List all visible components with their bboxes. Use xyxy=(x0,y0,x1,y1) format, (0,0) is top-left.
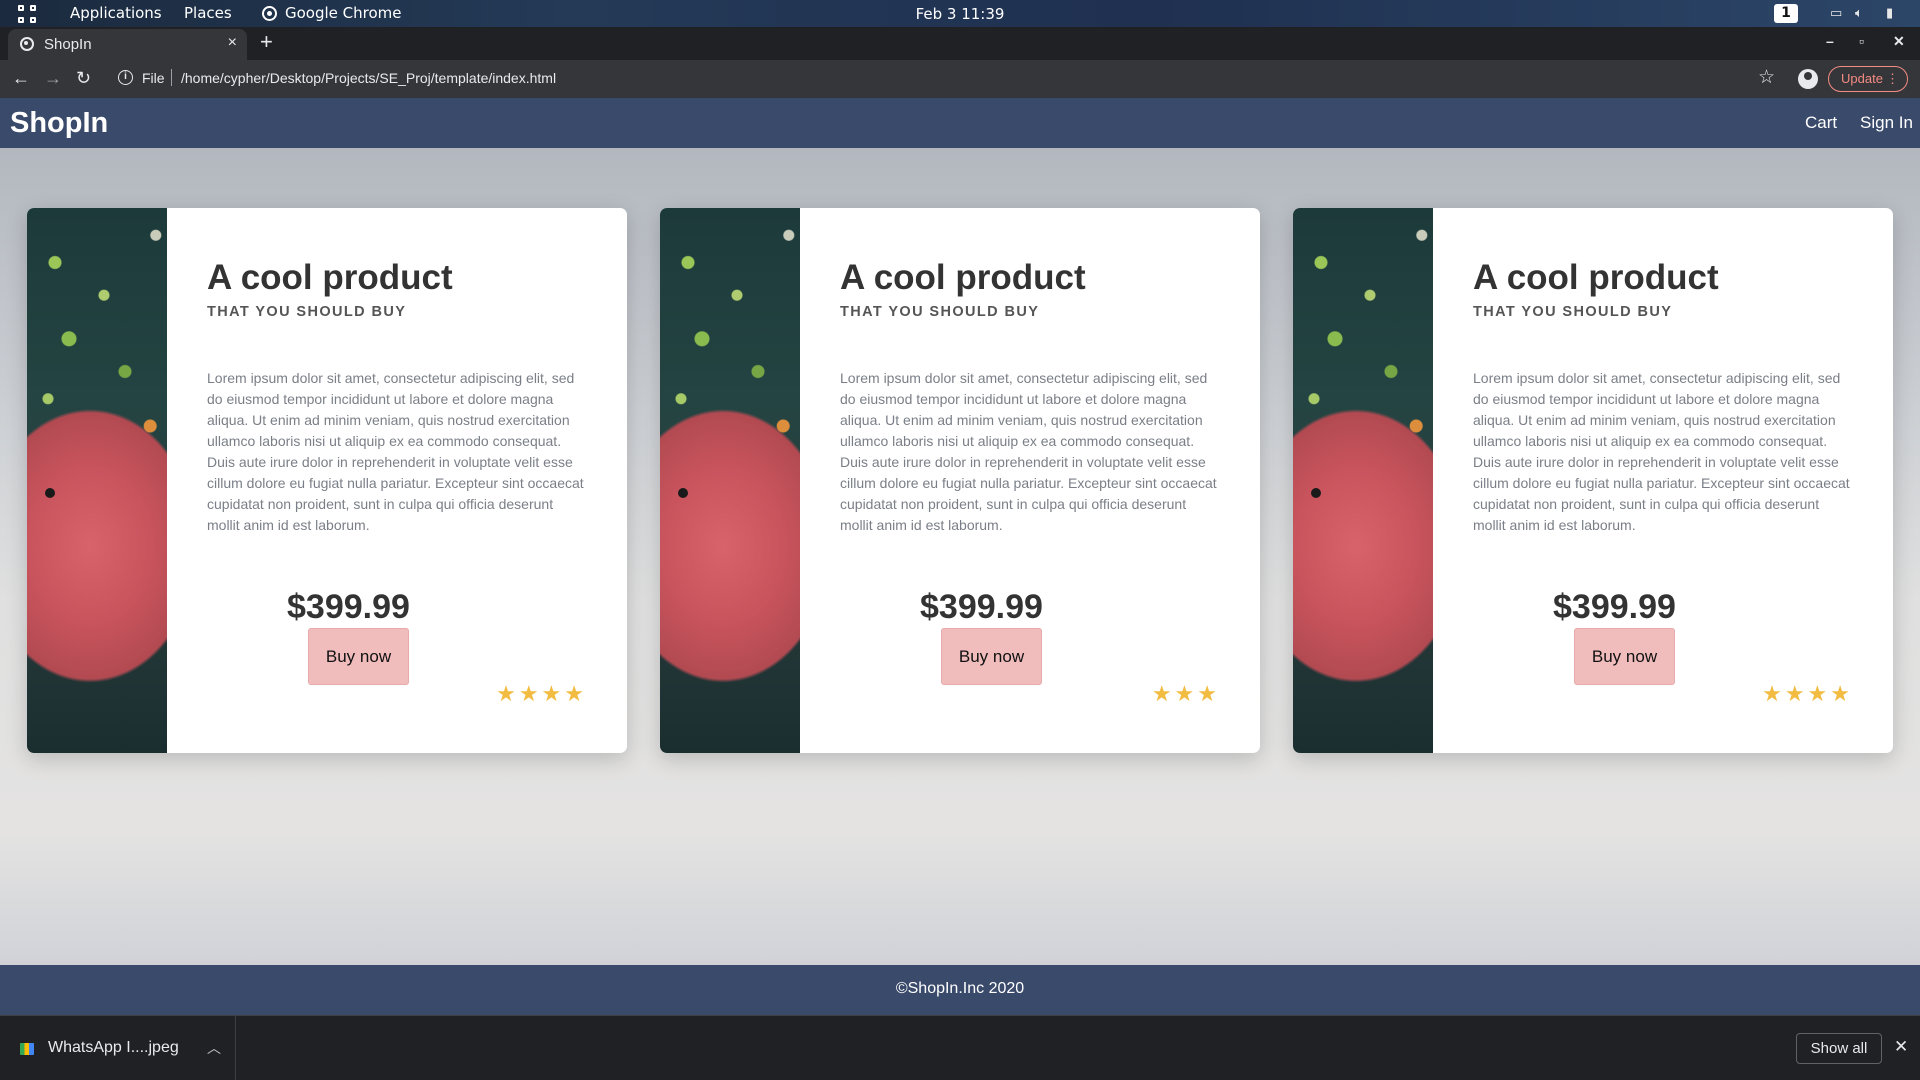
buy-now-button[interactable]: Buy now xyxy=(1574,628,1675,685)
buy-now-button[interactable]: Buy now xyxy=(941,628,1042,685)
update-button[interactable]: Update ⋮ xyxy=(1828,66,1908,92)
product-subtitle: THAT YOU SHOULD BUY xyxy=(207,304,407,320)
buy-now-button[interactable]: Buy now xyxy=(308,628,409,685)
star-rating-icon: ★★★ xyxy=(1151,681,1220,706)
forward-arrow-icon[interactable]: → xyxy=(44,68,62,89)
product-price: $399.99 xyxy=(920,588,1043,626)
show-all-button[interactable]: Show all xyxy=(1796,1033,1882,1064)
reload-icon[interactable]: ↻ xyxy=(76,68,91,89)
product-subtitle: THAT YOU SHOULD BUY xyxy=(840,304,1040,320)
product-subtitle: THAT YOU SHOULD BUY xyxy=(1473,304,1673,320)
url-scheme-label[interactable]: File xyxy=(142,70,165,86)
star-rating-icon: ★★★★ xyxy=(1762,681,1853,706)
product-title: A cool product xyxy=(840,258,1086,297)
product-card: A cool product THAT YOU SHOULD BUY Lorem… xyxy=(27,208,627,753)
download-file-name: WhatsApp I....jpeg xyxy=(48,1039,179,1056)
site-logo[interactable]: ShopIn xyxy=(10,107,108,140)
clock[interactable]: Feb 3 11:39 xyxy=(0,5,1920,23)
back-arrow-icon[interactable]: ← xyxy=(12,68,30,89)
maximize-icon[interactable]: ▫ xyxy=(1859,33,1864,49)
chevron-up-icon[interactable]: ︿ xyxy=(207,1038,221,1058)
workspace-indicator[interactable]: 1 xyxy=(1774,4,1798,23)
display-icon[interactable]: ▭ xyxy=(1830,6,1842,21)
info-icon[interactable]: i xyxy=(118,70,133,85)
download-shelf: WhatsApp I....jpeg ︿ Show all ✕ xyxy=(0,1015,1920,1080)
nav-sign-in-link[interactable]: Sign In xyxy=(1860,113,1913,133)
close-shelf-icon[interactable]: ✕ xyxy=(1894,1037,1908,1057)
browser-toolbar: ← → ↻ i File /home/cypher/Desktop/Projec… xyxy=(0,60,1920,98)
browser-tab-strip: ShopIn × + – ▫ ✕ xyxy=(0,27,1920,60)
image-file-icon xyxy=(20,1043,34,1055)
minimize-icon[interactable]: – xyxy=(1826,33,1834,49)
product-description: Lorem ipsum dolor sit amet, consectetur … xyxy=(840,370,1217,533)
product-description: Lorem ipsum dolor sit amet, consectetur … xyxy=(207,370,584,533)
tab-close-icon[interactable]: × xyxy=(228,34,237,52)
star-rating-icon: ★★★★ xyxy=(496,681,587,706)
site-header: ShopIn Cart Sign In xyxy=(0,98,1920,148)
bookmark-star-icon[interactable]: ☆ xyxy=(1758,66,1775,89)
tab-title: ShopIn xyxy=(44,36,92,53)
kebab-menu-icon: ⋮ xyxy=(1886,71,1899,86)
product-image xyxy=(27,208,167,753)
product-description: Lorem ipsum dolor sit amet, consectetur … xyxy=(1473,370,1850,533)
product-title: A cool product xyxy=(207,258,453,297)
battery-icon[interactable]: ▮ xyxy=(1886,6,1893,21)
product-card: A cool product THAT YOU SHOULD BUY Lorem… xyxy=(1293,208,1893,753)
nav-cart-link[interactable]: Cart xyxy=(1805,113,1837,133)
new-tab-button[interactable]: + xyxy=(260,29,273,55)
window-close-icon[interactable]: ✕ xyxy=(1893,33,1905,50)
product-image xyxy=(660,208,800,753)
product-price: $399.99 xyxy=(1553,588,1676,626)
system-top-bar: Applications Places Google Chrome Feb 3 … xyxy=(0,0,1920,27)
product-card: A cool product THAT YOU SHOULD BUY Lorem… xyxy=(660,208,1260,753)
update-label: Update xyxy=(1841,71,1883,86)
globe-icon xyxy=(20,37,34,51)
product-image xyxy=(1293,208,1433,753)
volume-icon[interactable]: 🔈︎ xyxy=(1855,6,1863,21)
profile-avatar-icon[interactable] xyxy=(1798,69,1818,89)
address-bar[interactable]: /home/cypher/Desktop/Projects/SE_Proj/te… xyxy=(181,70,556,86)
site-footer: ©ShopIn.Inc 2020 xyxy=(0,965,1920,1015)
product-price: $399.99 xyxy=(287,588,410,626)
tab-shopin[interactable]: ShopIn × xyxy=(8,29,247,60)
page-viewport: ShopIn Cart Sign In A cool product THAT … xyxy=(0,98,1920,1015)
url-divider xyxy=(171,69,172,86)
download-item[interactable]: WhatsApp I....jpeg ︿ xyxy=(0,1016,236,1080)
product-title: A cool product xyxy=(1473,258,1719,297)
